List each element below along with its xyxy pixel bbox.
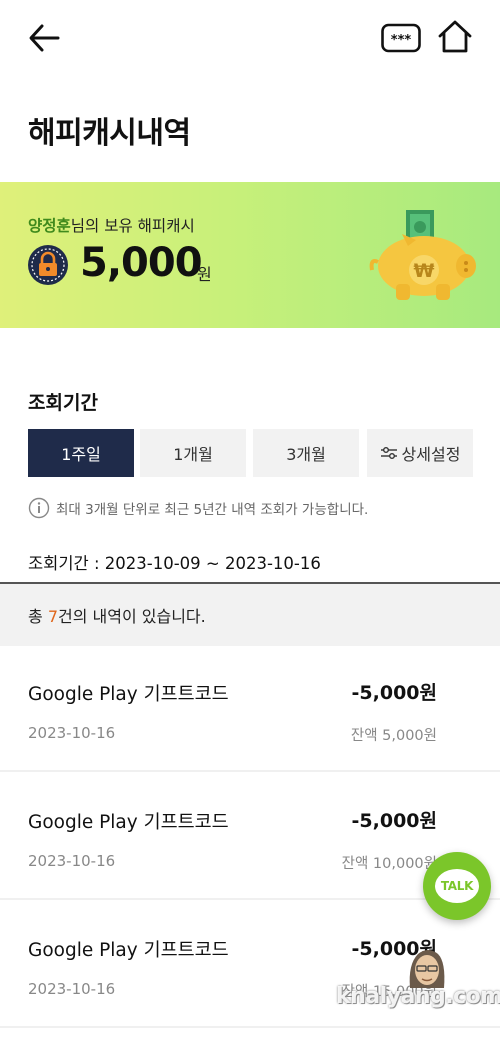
svg-text:***: *** <box>391 33 412 48</box>
password-button[interactable]: *** <box>381 23 421 53</box>
tab-label: 상세설정 <box>401 445 461 464</box>
history-amount: -5,000원 <box>351 682 437 704</box>
tab-label: 3개월 <box>286 445 326 464</box>
summary-suffix: 건의 내역이 있습니다. <box>58 607 206 626</box>
history-title: Google Play 기프트코드 <box>28 812 229 833</box>
home-button[interactable] <box>436 18 474 56</box>
tab-1-month[interactable]: 1개월 <box>140 429 246 477</box>
period-range: 조회기간 : 2023-10-09 ~ 2023-10-16 <box>28 554 321 573</box>
watermark: knalyang.com <box>336 984 500 1009</box>
tab-3-months[interactable]: 3개월 <box>253 429 359 477</box>
happycash-amount: 5,000 <box>80 240 203 286</box>
history-amount: -5,000원 <box>351 810 437 832</box>
summary-count: 7 <box>47 607 58 626</box>
kakao-talk-button[interactable]: TALK <box>423 852 491 920</box>
lock-icon <box>27 244 69 286</box>
history-date: 2023-10-16 <box>28 724 116 742</box>
history-row[interactable]: Google Play 기프트코드 2023-10-16 -5,000원 잔액 … <box>0 646 500 772</box>
piggy-bank-icon: ₩ <box>368 208 480 304</box>
page-title: 해피캐시내역 <box>28 116 191 151</box>
home-icon <box>438 20 472 53</box>
password-icon: *** <box>381 23 421 53</box>
tab-label: 1주일 <box>61 445 101 464</box>
subtitle-suffix: 님의 보유 해피캐시 <box>70 217 195 235</box>
history-title: Google Play 기프트코드 <box>28 940 229 961</box>
user-name: 양정훈 <box>28 217 71 235</box>
banner-subtitle: 양정훈님의 보유 해피캐시 <box>28 214 195 236</box>
summary-text: 총 7건의 내역이 있습니다. <box>28 603 206 627</box>
svg-text:₩: ₩ <box>414 260 435 282</box>
history-balance: 잔액 10,000원 <box>341 856 437 872</box>
history-balance: 잔액 5,000원 <box>350 728 437 744</box>
top-bar: *** <box>0 0 500 76</box>
period-info: 최대 3개월 단위로 최근 5년간 내역 조회가 가능합니다. <box>28 497 368 519</box>
tab-label: 1개월 <box>173 445 213 464</box>
info-icon <box>28 497 50 519</box>
history-date: 2023-10-16 <box>28 852 116 870</box>
period-label: 조회기간 <box>28 392 98 414</box>
summary-prefix: 총 <box>28 607 48 626</box>
talk-label: TALK <box>440 879 474 893</box>
info-text: 최대 3개월 단위로 최근 5년간 내역 조회가 가능합니다. <box>56 502 369 518</box>
amount-unit: 원 <box>197 265 212 284</box>
sliders-icon <box>380 447 397 459</box>
period-tabs: 1주일 1개월 3개월 상세설정 <box>28 429 473 477</box>
talk-bubble-icon: TALK <box>435 869 479 903</box>
tab-1-week[interactable]: 1주일 <box>28 429 134 477</box>
arrow-left-icon <box>29 24 60 52</box>
back-button[interactable] <box>26 20 66 56</box>
tab-detail-settings[interactable]: 상세설정 <box>367 429 473 477</box>
history-title: Google Play 기프트코드 <box>28 684 229 705</box>
history-date: 2023-10-16 <box>28 980 116 998</box>
